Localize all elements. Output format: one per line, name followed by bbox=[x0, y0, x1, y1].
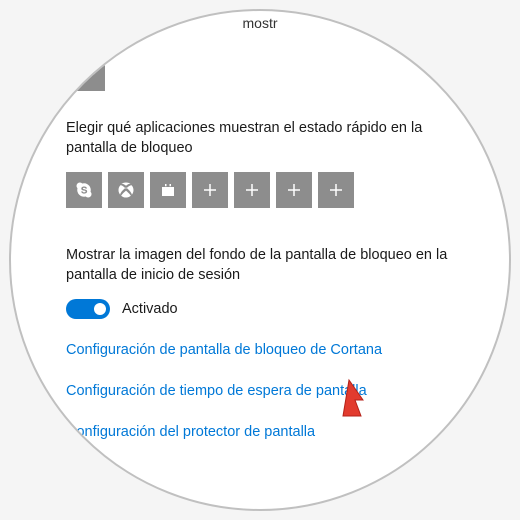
plus-icon bbox=[285, 181, 303, 199]
quick-status-tiles bbox=[66, 172, 473, 208]
plus-icon bbox=[327, 181, 345, 199]
quick-status-empty-slot[interactable] bbox=[276, 172, 312, 208]
quick-status-empty-slot[interactable] bbox=[318, 172, 354, 208]
xbox-icon bbox=[117, 181, 135, 199]
lens-mask: mostr Elegir qué aplicaciones muestran e… bbox=[9, 9, 511, 511]
background-toggle-row: Activado bbox=[66, 299, 473, 319]
quick-status-app-skype[interactable] bbox=[66, 172, 102, 208]
background-toggle-label: Mostrar la imagen del fondo de la pantal… bbox=[66, 246, 473, 285]
background-toggle-state: Activado bbox=[122, 301, 178, 317]
link-screen-timeout[interactable]: Configuración de tiempo de espera de pan… bbox=[66, 382, 473, 401]
store-icon bbox=[159, 181, 177, 199]
quick-status-label: Elegir qué aplicaciones muestran el esta… bbox=[66, 119, 473, 158]
settings-content: Elegir qué aplicaciones muestran el esta… bbox=[11, 11, 511, 464]
plus-icon bbox=[243, 181, 261, 199]
link-cortana-lockscreen[interactable]: Configuración de pantalla de bloqueo de … bbox=[66, 341, 473, 360]
quick-status-section: Elegir qué aplicaciones muestran el esta… bbox=[66, 119, 473, 442]
quick-status-app-store[interactable] bbox=[150, 172, 186, 208]
background-toggle[interactable] bbox=[66, 299, 110, 319]
quick-status-empty-slot[interactable] bbox=[192, 172, 228, 208]
skype-icon bbox=[75, 181, 93, 199]
quick-status-empty-slot[interactable] bbox=[234, 172, 270, 208]
plus-icon bbox=[201, 181, 219, 199]
link-screensaver[interactable]: Configuración del protector de pantalla bbox=[66, 423, 473, 442]
quick-status-app-xbox[interactable] bbox=[108, 172, 144, 208]
